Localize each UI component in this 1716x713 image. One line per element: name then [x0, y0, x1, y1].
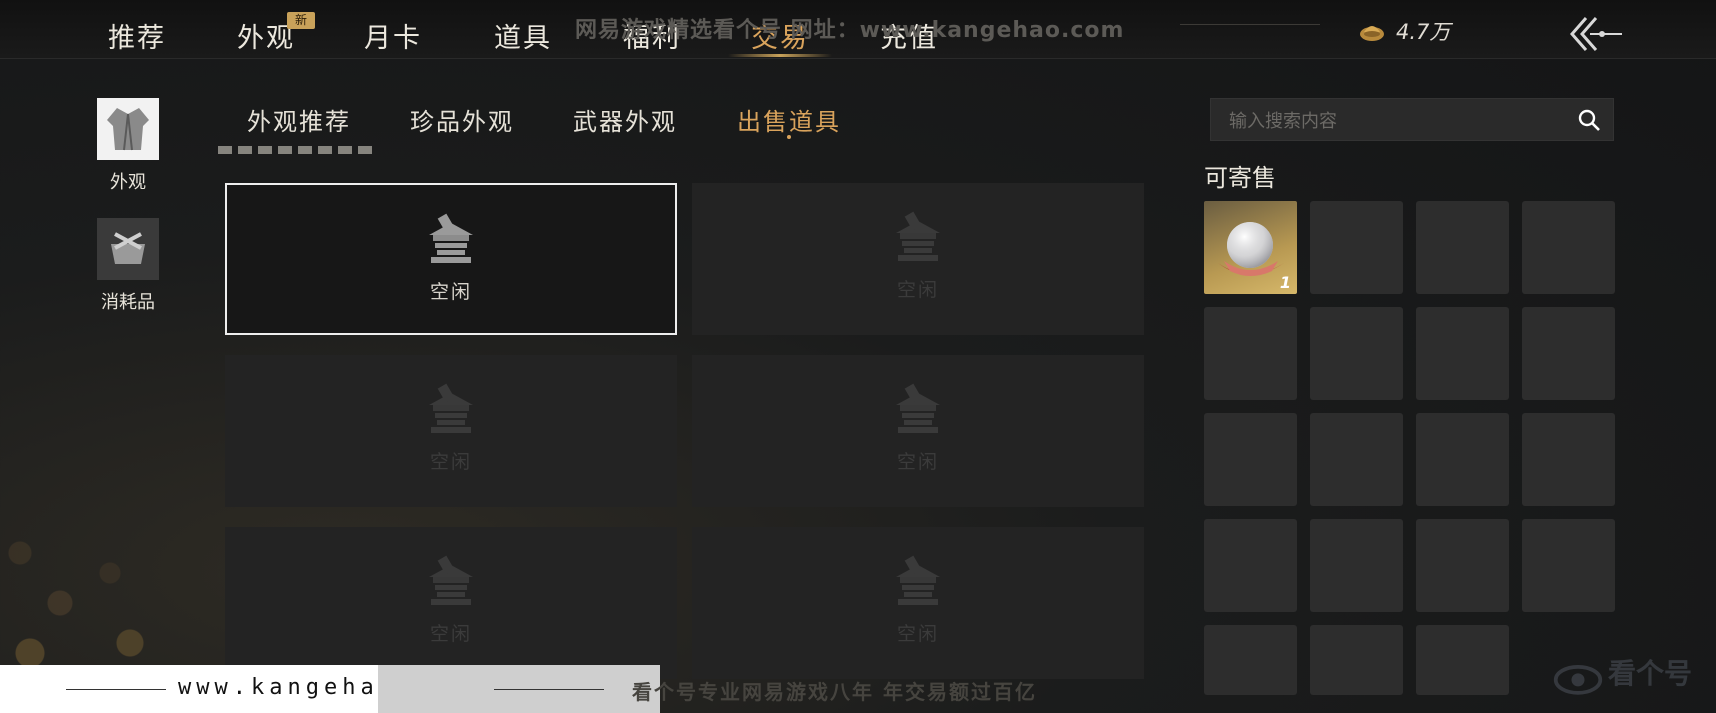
stall-slot[interactable]: 空闲: [692, 183, 1144, 335]
inventory-slot-empty[interactable]: [1416, 625, 1509, 695]
stall-slot[interactable]: 空闲: [692, 527, 1144, 679]
decorative-line: [494, 689, 604, 690]
inventory-slot-empty[interactable]: [1310, 201, 1403, 294]
inventory-slot-empty[interactable]: [1310, 625, 1403, 695]
inventory-item-pearl[interactable]: 1: [1204, 201, 1297, 294]
inventory-slot-empty[interactable]: [1204, 519, 1297, 612]
slot-status: 空闲: [896, 279, 939, 301]
slot-status: 空闲: [896, 623, 939, 645]
search-input[interactable]: [1227, 105, 1561, 137]
slot-status: 空闲: [429, 623, 472, 645]
inventory-slot-empty[interactable]: [1204, 625, 1297, 695]
slot-status: 空闲: [429, 281, 472, 303]
active-tab-underline: [728, 54, 832, 57]
subtab-appearance-recommend[interactable]: 外观推荐: [247, 102, 351, 137]
sidebar-item-label: 消耗品: [101, 292, 155, 313]
stall-slot[interactable]: 空闲: [692, 355, 1144, 507]
watermark-logo: 看个号: [1548, 648, 1716, 708]
slot-status: 空闲: [429, 451, 472, 473]
stall-pavilion-icon: [896, 211, 940, 261]
subtab-weapon-appearance[interactable]: 武器外观: [573, 102, 677, 137]
inventory-slot-empty[interactable]: [1416, 413, 1509, 506]
robe-icon: [97, 98, 159, 160]
currency-amount: 4.7万: [1396, 20, 1451, 44]
search-icon[interactable]: [1577, 108, 1601, 132]
sidebar-item-label: 外观: [110, 172, 146, 193]
tab-recommend[interactable]: 推荐: [108, 16, 166, 55]
stall-slot[interactable]: 空闲: [225, 527, 677, 679]
inventory-slot-empty[interactable]: [1204, 307, 1297, 400]
footer-watermark-bar: www.kangehao.com: [0, 665, 465, 713]
clipped-section-title: [218, 140, 378, 154]
inventory-slot-empty[interactable]: [1522, 307, 1615, 400]
sidebar-item-consumables[interactable]: 消耗品: [96, 218, 160, 314]
inventory-slot-empty[interactable]: [1204, 413, 1297, 506]
stall-pavilion-icon: [429, 213, 473, 263]
stall-slot[interactable]: 空闲: [225, 183, 677, 335]
stall-pavilion-icon: [429, 555, 473, 605]
subtab-rare-appearance[interactable]: 珍品外观: [410, 102, 514, 137]
tab-items[interactable]: 道具: [494, 16, 552, 55]
stall-pavilion-icon: [429, 383, 473, 433]
subtab-sell-items[interactable]: 出售道具: [737, 102, 841, 137]
inventory-slot-empty[interactable]: [1416, 201, 1509, 294]
inventory-slot-empty[interactable]: [1310, 519, 1403, 612]
search-box: [1210, 98, 1614, 141]
eye-logo-icon: [1553, 665, 1603, 695]
slot-status: 空闲: [896, 451, 939, 473]
inventory-slot-empty[interactable]: [1416, 519, 1509, 612]
footer-watermark-bar-gray: [378, 665, 660, 713]
inventory-slot-empty[interactable]: [1310, 413, 1403, 506]
bundle-icon: [97, 218, 159, 280]
active-subtab-indicator: [787, 135, 791, 139]
sidebar-item-appearance[interactable]: 外观: [96, 98, 160, 194]
footer-slogan: 看个号专业网易游戏八年 年交易额过百亿: [632, 680, 1037, 704]
coin-pile-decoration: [0, 353, 260, 713]
decorative-line: [1180, 24, 1320, 25]
gold-ingot-icon: [1360, 26, 1384, 41]
inventory-slot-empty[interactable]: [1522, 201, 1615, 294]
stall-slot[interactable]: 空闲: [225, 355, 677, 507]
double-chevron-back-icon[interactable]: [1566, 14, 1624, 54]
new-badge: 新: [287, 12, 315, 29]
top-watermark: 网易游戏精选看个号 网址：www.kangehao.com: [575, 18, 1125, 43]
tab-monthly-card[interactable]: 月卡: [364, 16, 422, 55]
decorative-line: [66, 689, 166, 690]
stall-pavilion-icon: [896, 555, 940, 605]
inventory-slot-empty[interactable]: [1416, 307, 1509, 400]
inventory-slot-empty[interactable]: [1522, 413, 1615, 506]
currency-display: 4.7万: [1358, 16, 1450, 46]
item-quantity: 1: [1279, 273, 1291, 292]
inventory-slot-empty[interactable]: [1522, 519, 1615, 612]
watermark-logo-text: 看个号: [1608, 657, 1693, 690]
stall-pavilion-icon: [896, 383, 940, 433]
inventory-slot-empty[interactable]: [1310, 307, 1403, 400]
top-navigation: 推荐 外观 新 月卡 道具 福利 交易 充值 网易游戏精选看个号 网址：www.…: [0, 0, 1716, 59]
sellable-title: 可寄售: [1204, 164, 1276, 192]
